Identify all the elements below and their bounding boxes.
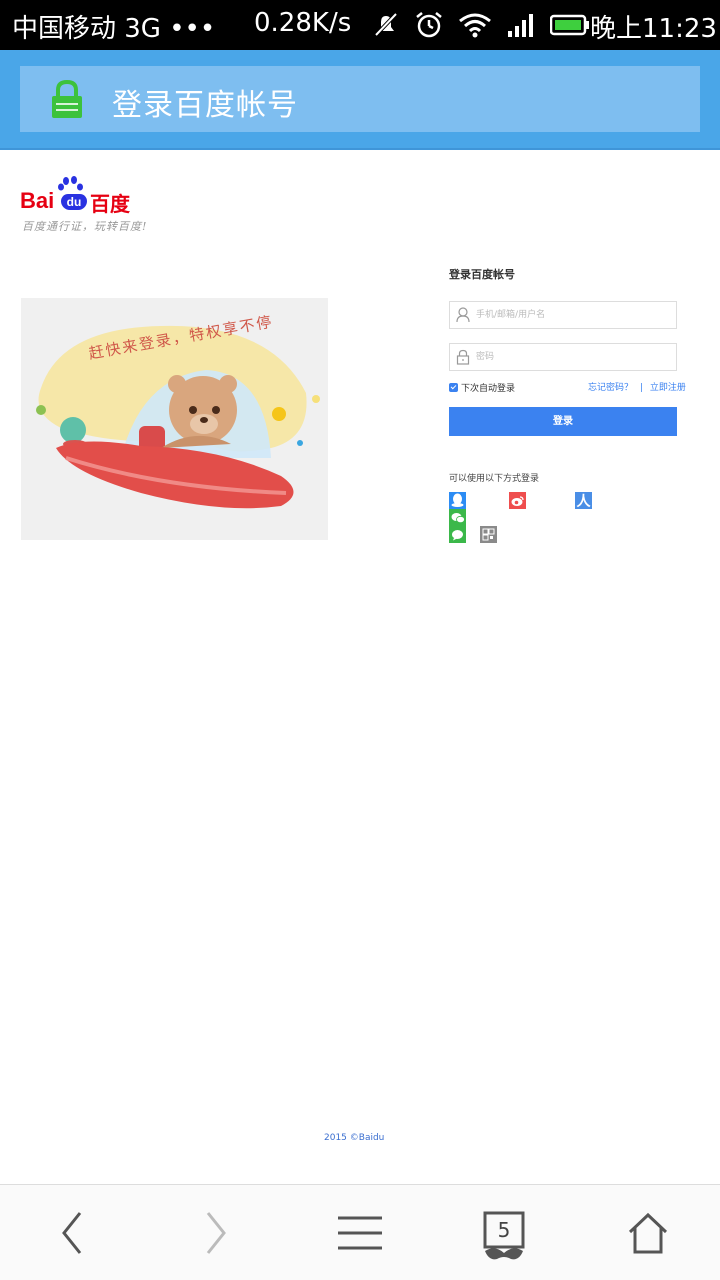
user-icon (456, 307, 470, 323)
back-button[interactable] (27, 1185, 117, 1280)
login-button[interactable]: 登录 (449, 407, 677, 436)
register-link[interactable]: 立即注册 (650, 383, 686, 393)
login-form-title: 登录百度帐号 (449, 268, 515, 281)
clock: 晚上11:23 (590, 14, 717, 44)
password-input[interactable] (476, 348, 672, 366)
remember-me[interactable]: 下次自动登录 (449, 381, 515, 394)
remember-label: 下次自动登录 (461, 384, 516, 394)
tab-count: 5 (497, 1218, 511, 1242)
status-bar: 中国移动 3G ••• 0.28K/s 晚上11:23 (0, 0, 720, 50)
menu-icon (338, 1216, 382, 1250)
logo-tagline: 百度通行证，玩转百度! (22, 220, 148, 233)
logo-text-bai: Bai (20, 188, 55, 213)
remember-checkbox[interactable] (449, 383, 458, 392)
wechat-icon[interactable] (449, 509, 466, 526)
signal-icon (508, 14, 533, 37)
account-links: 忘记密码？ | 立即注册 (588, 380, 686, 393)
message-icon[interactable] (449, 526, 466, 543)
logo-text-cn: 百度 (90, 192, 130, 216)
mute-icon (374, 12, 398, 37)
username-field[interactable] (449, 301, 677, 329)
qrcode-icon[interactable] (480, 526, 497, 543)
wifi-icon (459, 13, 491, 38)
copyright: 2015 ©Baidu (324, 1133, 385, 1143)
menu-button[interactable] (315, 1185, 405, 1280)
network-speed: 0.28K/s (254, 8, 352, 38)
status-icons (372, 8, 590, 42)
forward-icon (206, 1212, 226, 1254)
promo-illustration: 赶快来登录，特权享不停 (21, 298, 328, 540)
title-bar: 登录百度帐号 (0, 50, 720, 148)
baidu-logo[interactable]: Bai du 百度 百度通行证，玩转百度! (20, 176, 170, 236)
home-button[interactable] (603, 1185, 693, 1280)
page-title: 登录百度帐号 (112, 88, 298, 123)
forward-button[interactable] (171, 1185, 261, 1280)
logo-text-du: du (61, 194, 87, 210)
password-field[interactable] (449, 343, 677, 371)
forgot-password-link[interactable]: 忘记密码？ (588, 383, 633, 393)
alarm-icon (416, 12, 442, 38)
renren-icon[interactable]: 人 (575, 492, 592, 510)
battery-icon (550, 14, 589, 36)
home-icon (628, 1212, 668, 1254)
tabs-button[interactable]: 5 (459, 1185, 549, 1280)
qq-icon[interactable] (449, 492, 466, 509)
link-separator: | (639, 383, 643, 393)
browser-toolbar: 5 (0, 1184, 720, 1280)
back-icon (62, 1212, 82, 1254)
carrier-label: 中国移动 3G ••• (12, 14, 216, 44)
lock-icon (52, 80, 82, 118)
social-login-title: 可以使用以下方式登录 (449, 474, 540, 484)
password-lock-icon (456, 349, 470, 365)
weibo-icon[interactable] (509, 492, 526, 509)
divider (0, 148, 720, 150)
username-input[interactable] (476, 306, 672, 324)
title-panel: 登录百度帐号 (20, 66, 700, 132)
